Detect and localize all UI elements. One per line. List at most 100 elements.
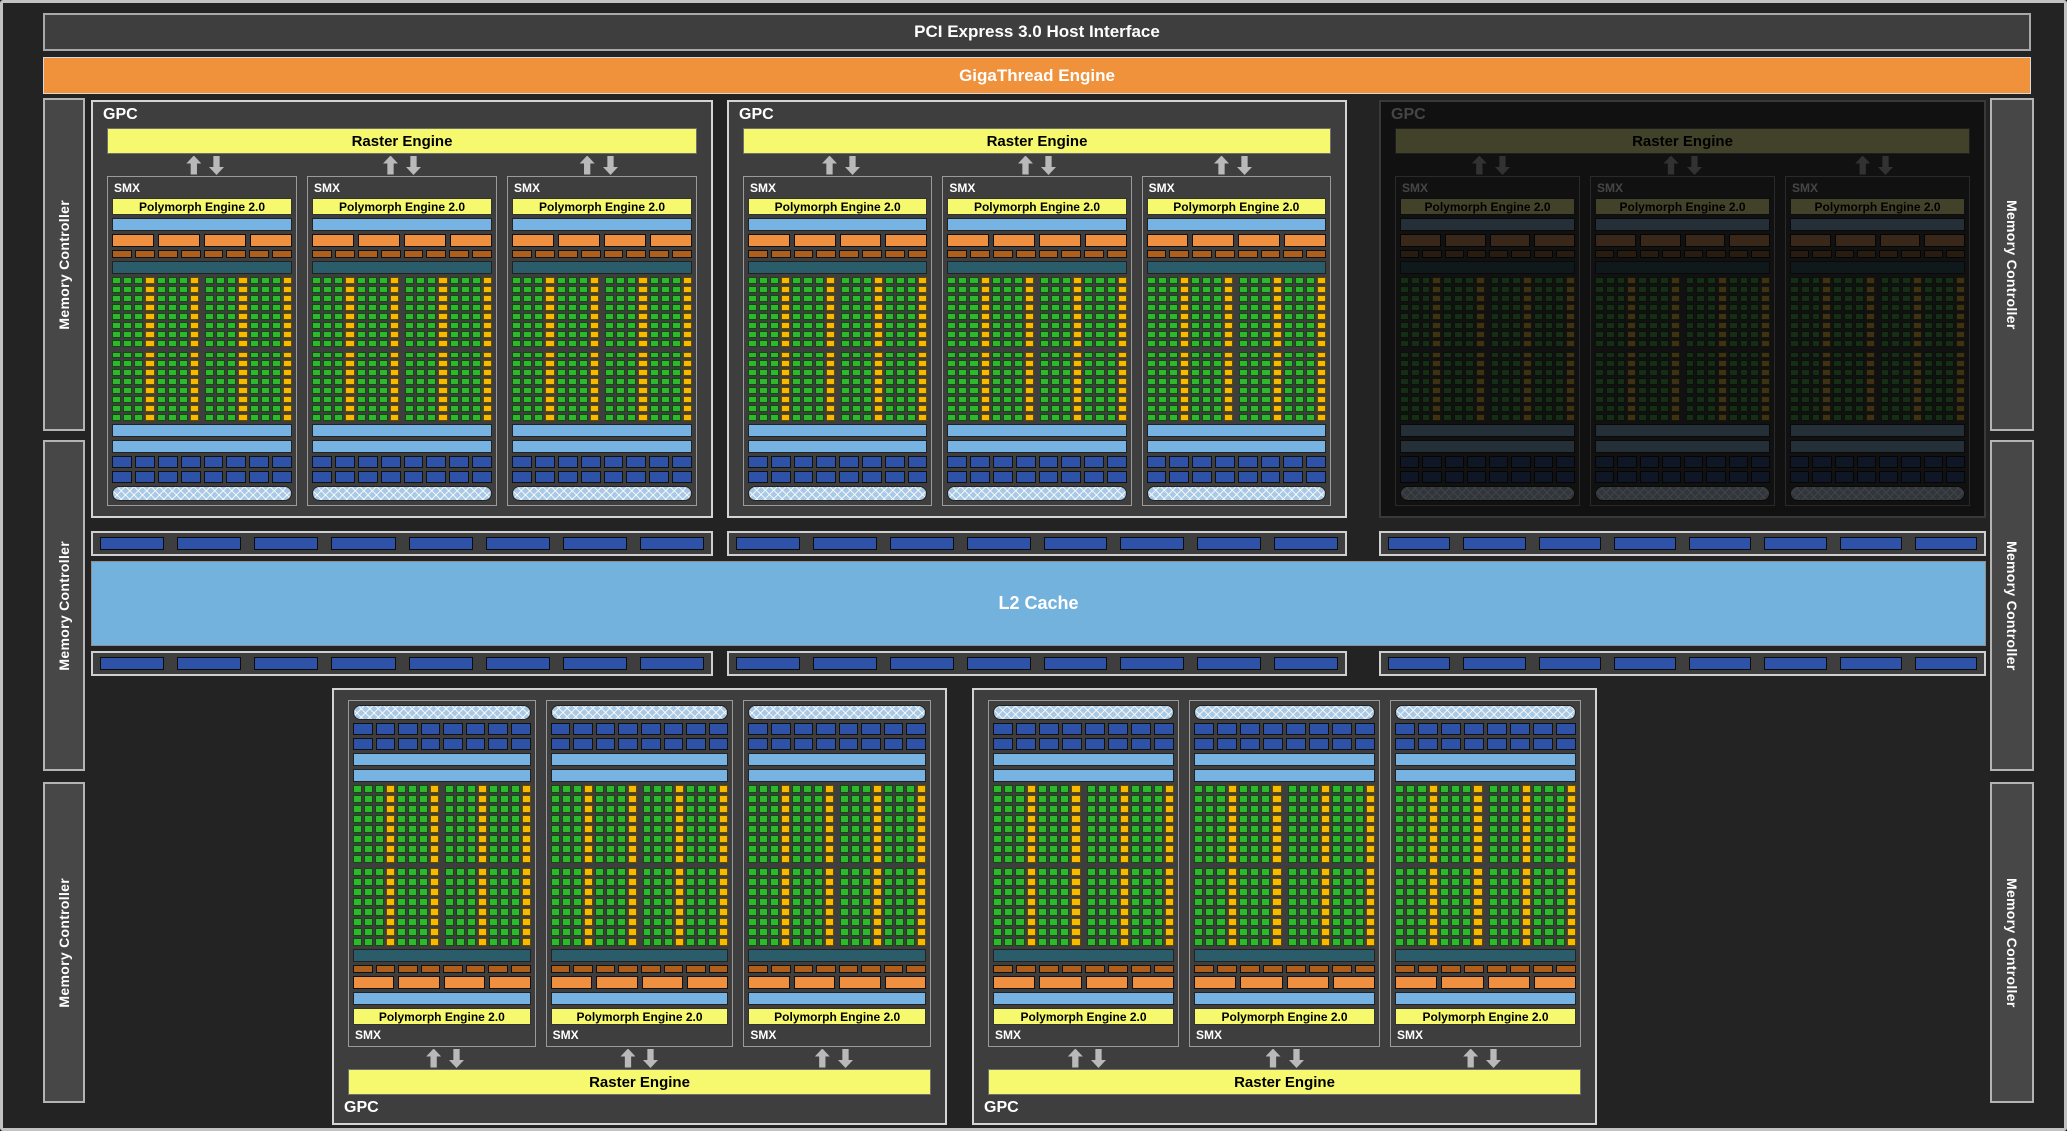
core-cell [1216, 825, 1225, 833]
blue-block [335, 456, 355, 468]
core-cell [1027, 845, 1036, 853]
core-cell [1288, 938, 1297, 946]
core-cell [628, 908, 637, 916]
core-cell [1051, 277, 1060, 284]
core-cell [1556, 815, 1565, 823]
core-cell [419, 888, 428, 896]
l2-cache: L2 Cache [91, 561, 1986, 646]
core-cell [323, 313, 332, 320]
core-cell [1120, 795, 1129, 803]
core-cell [1395, 845, 1404, 853]
core-cell [748, 295, 757, 302]
core-cell [1040, 378, 1049, 385]
core-cell [873, 785, 882, 793]
core-cell [840, 888, 849, 896]
core-cell [1087, 845, 1096, 853]
core-cell [1060, 918, 1069, 926]
blue-block [1487, 738, 1507, 750]
core-cell [895, 908, 904, 916]
core-cell [1696, 405, 1705, 412]
core-cell [643, 908, 652, 916]
core-cell [1131, 795, 1140, 803]
core-cell [770, 815, 779, 823]
core-cell [379, 286, 388, 293]
blue-block [1418, 723, 1438, 735]
core-cell [1627, 378, 1636, 385]
core-cell [1310, 898, 1319, 906]
core-cell [1062, 313, 1071, 320]
blue-block [1556, 738, 1576, 750]
core-cell [826, 313, 835, 320]
core-cell [1627, 286, 1636, 293]
core-cell [1250, 352, 1259, 359]
core-cell [579, 352, 588, 359]
blue-block [794, 723, 814, 735]
core-cell [545, 360, 554, 367]
core-cell [803, 378, 812, 385]
core-cell [123, 360, 132, 367]
core-cell [862, 825, 871, 833]
core-cell [562, 785, 571, 793]
core-cell [697, 795, 706, 803]
gpc-slot-bottom-2: Polymorph Engine 2.0SMXPolymorph Engine … [972, 688, 1597, 1125]
orange-thin-block [626, 250, 646, 258]
core-cell [1169, 277, 1178, 284]
core-cell [1512, 378, 1521, 385]
core-cell [450, 277, 459, 284]
core-cell [1109, 845, 1118, 853]
core-cell [261, 277, 270, 284]
core-cell [1027, 878, 1036, 886]
smx-label: SMX [353, 1028, 531, 1042]
core-cell [1422, 369, 1431, 376]
core-cell [1073, 277, 1082, 284]
core-cell [1120, 815, 1129, 823]
core-cell [1881, 340, 1890, 347]
core-cell [551, 855, 560, 863]
core-cell [534, 360, 543, 367]
core-cell [364, 855, 373, 863]
core-cell [1051, 322, 1060, 329]
core-cell [1833, 414, 1842, 421]
core-cell [1801, 387, 1810, 394]
core-cell [1250, 855, 1259, 863]
core-cell [748, 878, 757, 886]
blue-block [672, 471, 692, 483]
core-cell [1790, 360, 1799, 367]
core-cell [907, 352, 916, 359]
blue-block-row [1790, 471, 1965, 483]
core-cell [1956, 352, 1965, 359]
core-cell [1913, 304, 1922, 311]
core-cell [1522, 795, 1531, 803]
core-cell [1343, 785, 1352, 793]
core-cell [1299, 928, 1308, 936]
core-cell [992, 360, 1001, 367]
core-cell [896, 295, 905, 302]
blue-block [1640, 456, 1659, 468]
core-cell [1649, 304, 1658, 311]
blue-block [376, 723, 396, 735]
core-cell [1451, 928, 1460, 936]
core-cell [686, 845, 695, 853]
core-cell [1216, 795, 1225, 803]
blue-block [1061, 471, 1081, 483]
core-cell [179, 360, 188, 367]
orange-thin-block [1418, 965, 1438, 973]
core-cell [551, 845, 560, 853]
core-cell [958, 414, 967, 421]
core-cell [1272, 835, 1281, 843]
core-cell [1812, 405, 1821, 412]
raster-smx-arrow-row [743, 154, 1331, 176]
core-cell [1131, 938, 1140, 946]
blue-block [1857, 471, 1876, 483]
core-cell [1686, 387, 1695, 394]
core-cell [1432, 396, 1441, 403]
core-cell [628, 785, 637, 793]
orange-thin-block [884, 965, 904, 973]
core-cell [483, 286, 492, 293]
core-cell [390, 396, 399, 403]
core-cell [1216, 855, 1225, 863]
core-cell [1095, 295, 1104, 302]
core-cell [1567, 868, 1576, 876]
core-cell [628, 825, 637, 833]
core-cell [1660, 352, 1669, 359]
